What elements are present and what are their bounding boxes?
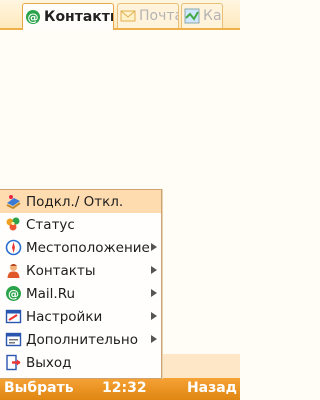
svg-text:@: @ [28, 11, 39, 24]
settings-icon [5, 308, 22, 325]
select-softkey[interactable]: Выбрать [4, 380, 74, 396]
submenu-arrow-icon [151, 289, 157, 297]
back-softkey[interactable]: Назад [187, 380, 237, 396]
connect-icon [5, 193, 22, 210]
submenu-arrow-icon [151, 266, 157, 274]
menu-item-connect[interactable]: Подкл./ Откл. [0, 190, 161, 213]
submenu-arrow-icon [151, 312, 157, 320]
options-menu: Подкл./ Откл. Статус Местоположение Конт… [0, 189, 162, 379]
svg-text:@: @ [8, 288, 19, 301]
menu-item-label: Настройки [26, 308, 103, 325]
tab-contacts[interactable]: @ Контакты [22, 3, 114, 30]
softkey-bar: Выбрать 12:32 Назад [0, 378, 240, 400]
at-icon: @ [25, 9, 41, 25]
menu-item-label: Дополнительно [26, 331, 138, 348]
exit-icon [5, 354, 22, 371]
submenu-arrow-icon [151, 243, 157, 251]
menu-item-label: Местоположение [26, 239, 150, 256]
compass-icon [5, 239, 22, 256]
mailru-at-icon: @ [5, 285, 22, 302]
tab-label: Контакты [44, 9, 113, 25]
clock: 12:32 [102, 380, 147, 396]
menu-item-label: Статус [26, 216, 75, 233]
tab-map[interactable]: Ка [181, 3, 223, 28]
menu-item-exit[interactable]: Выход [0, 351, 161, 374]
menu-item-settings[interactable]: Настройки [0, 305, 161, 328]
contacts-person-icon [5, 262, 22, 279]
tab-label: Почта [139, 8, 179, 24]
menu-item-status[interactable]: Статус [0, 213, 161, 236]
more-window-icon [5, 331, 22, 348]
menu-item-mailru[interactable]: @ Mail.Ru [0, 282, 161, 305]
submenu-arrow-icon [151, 335, 157, 343]
menu-item-more[interactable]: Дополнительно [0, 328, 161, 351]
menu-item-label: Выход [26, 354, 72, 371]
tab-bar: @ Контакты Почта Ка [0, 0, 240, 30]
map-icon [184, 8, 200, 24]
menu-item-contacts[interactable]: Контакты [0, 259, 161, 282]
menu-item-label: Контакты [26, 262, 96, 279]
tab-label: Ка [203, 8, 222, 24]
status-flower-icon [5, 216, 22, 233]
envelope-icon [120, 8, 136, 24]
menu-item-label: Mail.Ru [26, 285, 76, 302]
menu-item-label: Подкл./ Откл. [26, 193, 124, 210]
tab-mail[interactable]: Почта [117, 3, 179, 28]
menu-item-location[interactable]: Местоположение [0, 236, 161, 259]
